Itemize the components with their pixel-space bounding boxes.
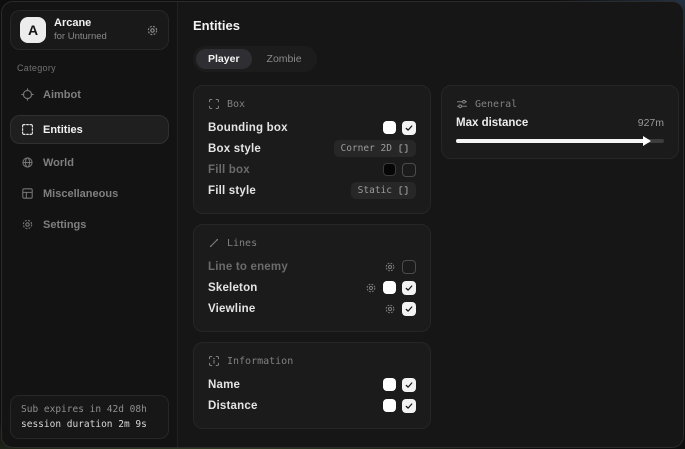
- setting-row-distance: Distance: [208, 395, 416, 416]
- section-title: Information: [227, 356, 293, 367]
- line-icon: [208, 237, 220, 249]
- brand-card: A Arcane for Unturned: [10, 10, 169, 50]
- scan-icon: [208, 98, 220, 110]
- tab-player[interactable]: Player: [196, 49, 252, 69]
- setting-row-bounding-box: Bounding box: [208, 117, 416, 138]
- section-title: Box: [227, 99, 245, 110]
- sidebar-item-label: Aimbot: [43, 89, 81, 101]
- dropdown-value: Corner 2D: [341, 143, 392, 154]
- right-column: General Max distance 927m: [441, 85, 679, 159]
- setting-row-skeleton: Skeleton: [208, 277, 416, 298]
- section-title: Lines: [227, 238, 257, 249]
- checkbox[interactable]: [402, 302, 416, 316]
- brackets-icon: [398, 185, 409, 196]
- gear-icon[interactable]: [384, 261, 396, 273]
- sidebar-item-miscellaneous[interactable]: Miscellaneous: [10, 179, 169, 208]
- setting-row-viewline: Viewline: [208, 298, 416, 319]
- slider-fill: [456, 139, 649, 143]
- checkbox[interactable]: [402, 163, 416, 177]
- setting-row-fill-style: Fill style Static: [208, 180, 416, 201]
- setting-row-line-to-enemy: Line to enemy: [208, 256, 416, 277]
- box-select-icon: [21, 123, 34, 136]
- general-card: General Max distance 927m: [441, 85, 679, 159]
- color-swatch[interactable]: [383, 378, 396, 391]
- checkbox[interactable]: [402, 260, 416, 274]
- gear-icon: [21, 218, 34, 231]
- sidebar-item-label: Miscellaneous: [43, 188, 118, 200]
- max-distance-slider[interactable]: [456, 139, 664, 143]
- dropdown-value: Static: [358, 185, 392, 196]
- crosshair-icon: [21, 88, 34, 101]
- sliders-icon: [456, 98, 468, 110]
- page-title: Entities: [193, 18, 679, 33]
- lines-card: Lines Line to enemy Skeleton: [193, 224, 431, 332]
- information-card-header: Information: [208, 355, 416, 367]
- lines-card-header: Lines: [208, 237, 416, 249]
- sidebar-item-label: World: [43, 157, 74, 169]
- box-style-dropdown[interactable]: Corner 2D: [334, 140, 416, 157]
- color-swatch[interactable]: [383, 163, 396, 176]
- gear-icon[interactable]: [384, 303, 396, 315]
- subscription-info: Sub expires in 42d 08h session duration …: [10, 395, 169, 439]
- setting-row-fill-box: Fill box: [208, 159, 416, 180]
- sidebar-item-entities[interactable]: Entities: [10, 115, 169, 144]
- info-icon: [208, 355, 220, 367]
- section-title: General: [475, 99, 517, 110]
- box-card-header: Box: [208, 98, 416, 110]
- slider-handle[interactable]: [643, 136, 651, 146]
- box-card: Box Bounding box Box style Corne: [193, 85, 431, 214]
- checkbox[interactable]: [402, 121, 416, 135]
- brand-subtitle: for Unturned: [54, 31, 107, 43]
- sidebar-item-label: Entities: [43, 124, 83, 136]
- max-distance-row: Max distance 927m: [456, 117, 664, 129]
- category-label: Category: [17, 63, 162, 73]
- color-swatch[interactable]: [383, 281, 396, 294]
- sidebar-item-aimbot[interactable]: Aimbot: [10, 80, 169, 109]
- sidebar-item-world[interactable]: World: [10, 148, 169, 177]
- setting-row-name: Name: [208, 374, 416, 395]
- gear-icon[interactable]: [146, 24, 159, 37]
- sidebar-item-settings[interactable]: Settings: [10, 210, 169, 239]
- globe-icon: [21, 156, 34, 169]
- left-column: Box Bounding box Box style Corne: [193, 85, 431, 429]
- grid-icon: [21, 187, 34, 200]
- color-swatch[interactable]: [383, 121, 396, 134]
- fill-style-dropdown[interactable]: Static: [351, 182, 416, 199]
- checkbox[interactable]: [402, 281, 416, 295]
- gear-icon[interactable]: [365, 282, 377, 294]
- content-columns: Box Bounding box Box style Corne: [193, 85, 679, 429]
- brackets-icon: [398, 143, 409, 154]
- app-window: A Arcane for Unturned Category Aimbot En…: [1, 1, 684, 448]
- brand-text: Arcane for Unturned: [54, 17, 107, 43]
- information-card: Information Name Distance: [193, 342, 431, 429]
- sidebar: A Arcane for Unturned Category Aimbot En…: [2, 2, 178, 447]
- slider-value: 927m: [638, 117, 664, 129]
- tab-zombie[interactable]: Zombie: [255, 49, 314, 69]
- general-card-header: General: [456, 98, 664, 110]
- checkbox[interactable]: [402, 378, 416, 392]
- session-duration-text: session duration 2m 9s: [21, 419, 158, 430]
- main-panel: Entities Player Zombie Box Bounding box: [178, 2, 684, 447]
- brand-title: Arcane: [54, 17, 107, 31]
- sub-expiry-text: Sub expires in 42d 08h: [21, 404, 158, 415]
- color-swatch[interactable]: [383, 399, 396, 412]
- checkbox[interactable]: [402, 399, 416, 413]
- slider-label: Max distance: [456, 117, 528, 129]
- sidebar-item-label: Settings: [43, 219, 86, 231]
- setting-row-box-style: Box style Corner 2D: [208, 138, 416, 159]
- tab-bar: Player Zombie: [193, 46, 317, 72]
- brand-logo: A: [20, 17, 46, 43]
